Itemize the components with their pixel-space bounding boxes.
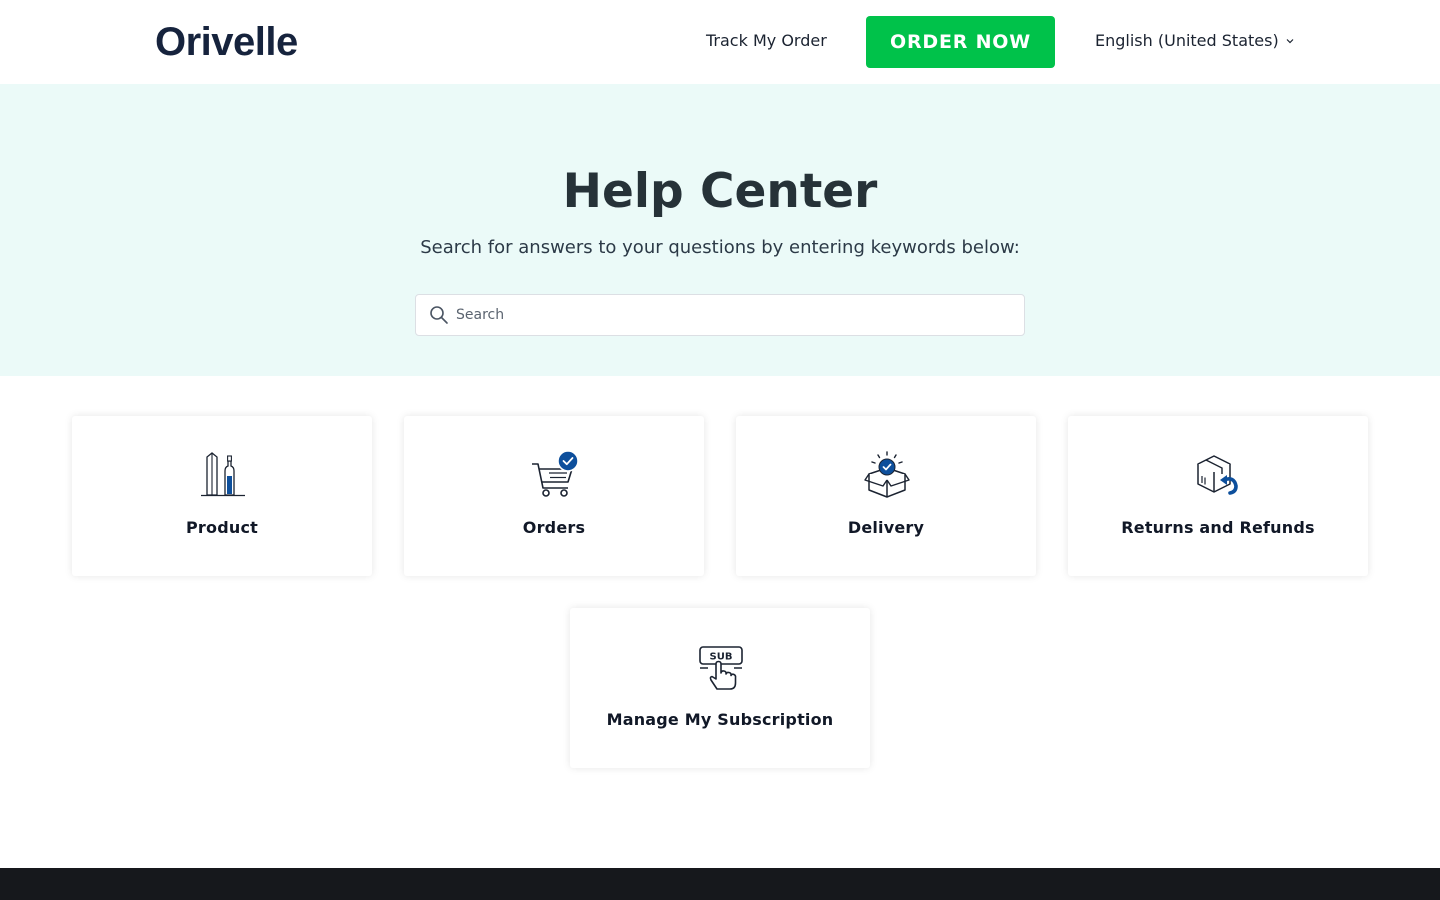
search-input[interactable] bbox=[456, 300, 996, 330]
chevron-down-icon bbox=[1286, 39, 1294, 44]
category-label: Returns and Refunds bbox=[1121, 518, 1315, 537]
cart-check-icon bbox=[532, 450, 579, 497]
search-box[interactable] bbox=[415, 294, 1025, 336]
box-check-icon bbox=[864, 451, 910, 498]
track-my-order-link[interactable]: Track My Order bbox=[706, 31, 827, 51]
category-card-returns-refunds[interactable]: Returns and Refunds bbox=[1068, 416, 1368, 576]
page-subtitle: Search for answers to your questions by … bbox=[420, 237, 1020, 258]
subscription-hand-icon: SUB bbox=[699, 646, 743, 690]
search-icon bbox=[430, 306, 448, 324]
hero-section: Help Center Search for answers to your q… bbox=[0, 84, 1440, 376]
category-label: Manage My Subscription bbox=[606, 710, 834, 729]
category-label: Product bbox=[186, 518, 258, 537]
language-selector[interactable]: English (United States) bbox=[1095, 31, 1295, 51]
category-card-manage-subscription[interactable]: SUB Manage My Subscription bbox=[570, 608, 870, 768]
category-card-delivery[interactable]: Delivery bbox=[736, 416, 1036, 576]
box-return-icon bbox=[1197, 455, 1238, 495]
category-label: Orders bbox=[522, 518, 586, 537]
product-bottles-icon bbox=[201, 452, 245, 497]
order-now-button[interactable]: ORDER NOW bbox=[866, 16, 1055, 68]
svg-text:SUB: SUB bbox=[710, 652, 733, 663]
site-header: Orivelle Track My Order ORDER NOW Englis… bbox=[0, 0, 1440, 84]
page-title: Help Center bbox=[562, 164, 878, 219]
category-label: Delivery bbox=[847, 518, 925, 537]
category-card-orders[interactable]: Orders bbox=[404, 416, 704, 576]
category-card-product[interactable]: Product bbox=[72, 416, 372, 576]
site-footer bbox=[0, 868, 1440, 900]
brand-logo[interactable]: Orivelle bbox=[155, 18, 298, 66]
language-label: English (United States) bbox=[1095, 31, 1279, 50]
